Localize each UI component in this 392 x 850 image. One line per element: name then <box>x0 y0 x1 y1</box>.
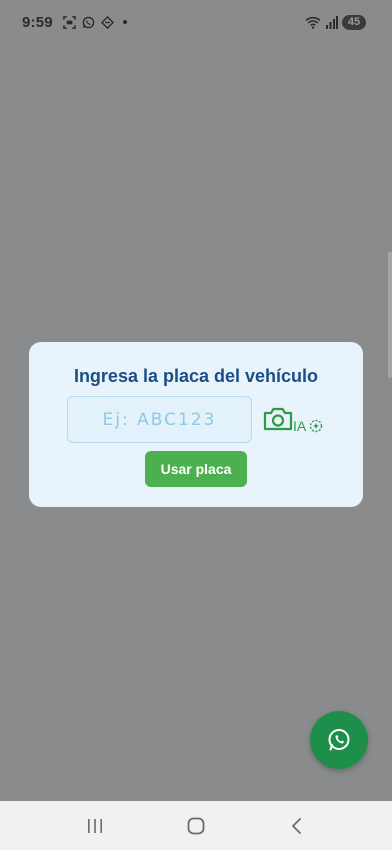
ia-label[interactable]: IA <box>293 418 306 434</box>
wifi-icon <box>305 16 321 29</box>
recent-apps-icon <box>87 818 102 833</box>
whatsapp-icon <box>82 16 95 28</box>
navigation-bar <box>0 801 392 850</box>
back-button[interactable] <box>277 806 317 846</box>
screenshot-icon <box>63 15 76 29</box>
status-right: 45 <box>305 14 366 30</box>
notification-dot <box>122 20 127 24</box>
sparkle-icon[interactable] <box>308 418 324 434</box>
scrollbar-thumb[interactable] <box>388 252 392 378</box>
plate-input[interactable] <box>67 396 252 443</box>
use-plate-button[interactable]: Usar placa <box>145 451 247 487</box>
status-time: 9:59 <box>22 13 53 31</box>
recent-apps-button[interactable] <box>75 806 115 846</box>
home-icon <box>187 817 205 834</box>
vpn-icon <box>100 15 114 29</box>
status-bar: 9:59 45 <box>0 0 392 44</box>
dialog-title: Ingresa la placa del vehículo <box>73 366 319 386</box>
home-button[interactable] <box>176 806 216 846</box>
camera-icon[interactable] <box>262 406 294 432</box>
status-left: 9:59 <box>22 14 127 31</box>
back-icon <box>292 817 302 834</box>
whatsapp-icon <box>328 729 350 751</box>
signal-icon <box>326 15 338 29</box>
plate-dialog: Ingresa la placa del vehículo IA Usar pl… <box>29 342 363 507</box>
whatsapp-fab[interactable] <box>310 711 368 769</box>
battery-indicator: 45 <box>342 14 366 30</box>
